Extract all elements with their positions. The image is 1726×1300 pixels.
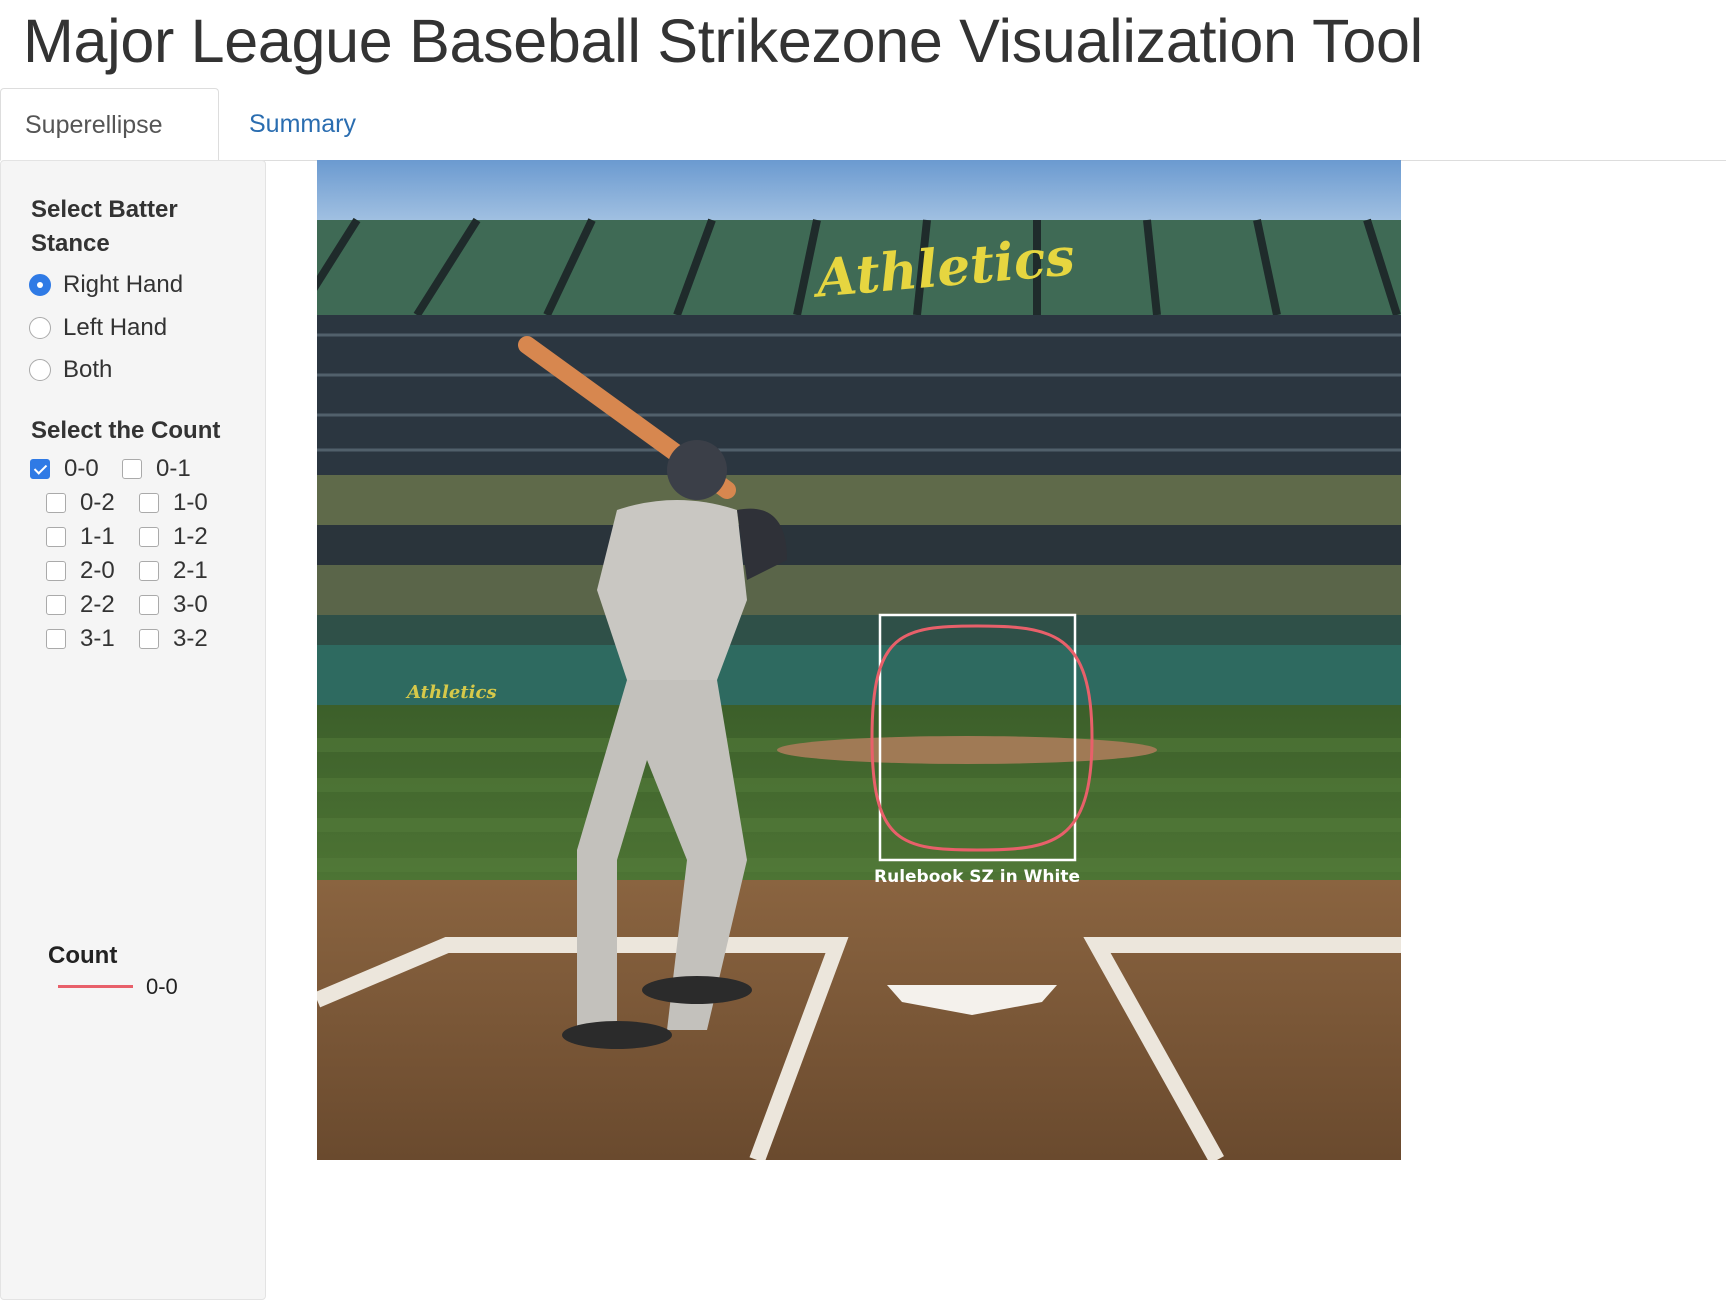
infield-dirt — [317, 880, 1401, 1160]
checkbox-icon[interactable] — [139, 595, 159, 615]
checkbox-count-1-0[interactable]: 1-0 — [139, 488, 208, 518]
checkbox-count-3-0[interactable]: 3-0 — [139, 590, 208, 620]
checkbox-label: 2-2 — [80, 591, 115, 618]
checkbox-icon[interactable] — [139, 629, 159, 649]
radio-label: Left Hand — [63, 314, 168, 341]
checkbox-icon[interactable] — [139, 527, 159, 547]
checkbox-icon[interactable] — [122, 459, 142, 479]
wall-logo: Athletics — [405, 682, 497, 703]
strikezone-plot: Athletics Athletics Rulebook SZ in White — [317, 160, 1401, 1160]
checkbox-count-2-1[interactable]: 2-1 — [139, 556, 208, 586]
checkbox-icon[interactable] — [46, 595, 66, 615]
checkbox-count-2-2[interactable]: 2-2 — [46, 590, 115, 620]
outfield-grass — [317, 705, 1401, 880]
checkbox-icon[interactable] — [46, 493, 66, 513]
radio-label: Both — [63, 356, 113, 383]
pitchers-mound — [777, 736, 1157, 764]
page-title: Major League Baseball Strikezone Visuali… — [23, 7, 1423, 75]
checkbox-icon[interactable] — [139, 493, 159, 513]
crowd-lower — [317, 565, 1401, 615]
stadium-scene: Athletics Athletics Rulebook SZ in White — [317, 160, 1401, 1160]
crowd-upper — [317, 475, 1401, 525]
legend-title: Count — [48, 942, 118, 969]
checkbox-count-0-0[interactable]: 0-0 — [30, 454, 99, 484]
count-label: Select the Count — [31, 417, 221, 444]
radio-button-icon[interactable] — [29, 274, 51, 296]
sky-area — [317, 160, 1401, 230]
checkbox-label: 1-2 — [173, 523, 208, 550]
radio-button-icon[interactable] — [29, 359, 51, 381]
checkbox-label: 0-0 — [64, 455, 99, 482]
checkbox-count-1-2[interactable]: 1-2 — [139, 522, 208, 552]
checkbox-label: 1-1 — [80, 523, 115, 550]
legend-line-swatch — [58, 985, 133, 988]
radio-right-hand[interactable]: Right Hand — [29, 268, 183, 302]
sidebar-panel: Select Batter Stance Right Hand Left Han… — [0, 160, 266, 1300]
radio-both[interactable]: Both — [29, 353, 112, 387]
radio-button-icon[interactable] — [29, 317, 51, 339]
checkbox-icon[interactable] — [46, 527, 66, 547]
checkbox-label: 2-1 — [173, 557, 208, 584]
checkbox-label: 0-1 — [156, 455, 191, 482]
rulebook-annotation: Rulebook SZ in White — [874, 867, 1080, 887]
checkbox-count-1-1[interactable]: 1-1 — [46, 522, 115, 552]
radio-left-hand[interactable]: Left Hand — [29, 311, 167, 345]
checkbox-count-2-0[interactable]: 2-0 — [46, 556, 115, 586]
checkbox-label: 3-1 — [80, 625, 115, 652]
checkbox-count-0-2[interactable]: 0-2 — [46, 488, 115, 518]
checkbox-count-3-2[interactable]: 3-2 — [139, 624, 208, 654]
checkbox-icon[interactable] — [46, 629, 66, 649]
stance-label: Select Batter Stance — [31, 196, 178, 257]
checkbox-label: 1-0 — [173, 489, 208, 516]
tab-summary[interactable]: Summary — [225, 88, 380, 160]
radio-label: Right Hand — [63, 271, 184, 298]
checkbox-icon[interactable] — [30, 459, 50, 479]
checkbox-count-3-1[interactable]: 3-1 — [46, 624, 115, 654]
checkbox-icon[interactable] — [46, 561, 66, 581]
checkbox-label: 0-2 — [80, 489, 115, 516]
checkbox-label: 3-2 — [173, 625, 208, 652]
legend-entry-label: 0-0 — [146, 974, 178, 999]
checkbox-icon[interactable] — [139, 561, 159, 581]
checkbox-count-0-1[interactable]: 0-1 — [122, 454, 191, 484]
checkbox-label: 3-0 — [173, 591, 208, 618]
tab-bar: Superellipse SZ Summary — [0, 88, 1726, 211]
tab-superellipse-sz[interactable]: Superellipse SZ — [0, 88, 219, 211]
checkbox-label: 2-0 — [80, 557, 115, 584]
mid-deck — [317, 525, 1401, 565]
